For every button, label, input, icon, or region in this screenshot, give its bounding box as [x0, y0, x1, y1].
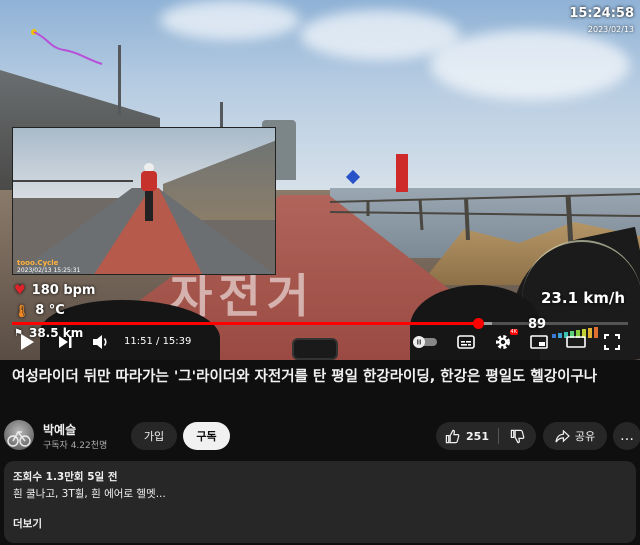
volume-button[interactable] — [90, 332, 112, 352]
cloud — [430, 30, 630, 100]
channel-name[interactable]: 박예슬 — [43, 421, 76, 438]
theater-mode-button[interactable] — [564, 332, 588, 352]
following-cyclist — [138, 163, 160, 223]
more-actions-button[interactable]: … — [613, 422, 640, 450]
dislike-button[interactable] — [499, 422, 536, 450]
street-lamp — [118, 45, 121, 115]
time-display: 11:51 / 15:39 — [124, 336, 192, 347]
cyclist-jersey — [141, 171, 157, 191]
share-label: 공유 — [574, 430, 596, 443]
player-controls: 11:51 / 15:39 4K — [0, 328, 640, 356]
autoplay-toggle-icon — [413, 336, 437, 348]
current-time: 11:51 — [124, 336, 153, 347]
channel-avatar[interactable] — [4, 420, 34, 450]
bicycle-icon — [7, 430, 31, 447]
description-box[interactable]: 조회수 1.3만회 5일 전 흰 쿨나고, 3T휠, 흰 에어로 헬멧... 더… — [4, 461, 636, 543]
heart-rate-readout: ♥ 180 bpm — [14, 283, 95, 298]
heart-icon: ♥ — [14, 283, 26, 298]
subtitles-icon — [457, 335, 475, 349]
temperature-value: 8 °C — [35, 303, 65, 318]
miniplayer-button[interactable] — [528, 332, 550, 352]
speed-readout: 23.1 km/h — [541, 289, 625, 307]
inset-camera-logo: tooo.Cycle — [17, 259, 59, 267]
video-player[interactable]: 자전거 15:24:58 2023/02/13 tooo.Cycle 2023/… — [0, 0, 640, 360]
temperature-readout: 🌡 8 °C — [14, 303, 65, 318]
thumbs-down-icon — [510, 429, 525, 443]
view-count-and-date: 조회수 1.3만회 5일 전 — [13, 471, 118, 483]
next-icon — [59, 336, 72, 348]
road-sign-red — [396, 154, 408, 192]
like-button[interactable]: 251 — [436, 422, 498, 450]
subtitles-button[interactable] — [455, 332, 477, 352]
settings-icon — [496, 335, 510, 349]
cyclist-legs — [145, 191, 153, 221]
heart-rate-value: 180 bpm — [31, 283, 96, 298]
overlay-clock: 15:24:58 — [569, 6, 634, 21]
route-map-overlay — [31, 29, 103, 65]
play-button[interactable] — [16, 332, 38, 352]
miniplayer-icon — [530, 335, 548, 349]
description-text: 흰 쿨나고, 3T휠, 흰 에어로 헬멧... — [13, 488, 166, 500]
more-icon: … — [620, 428, 634, 444]
channel-action-row: 박예슬 구독자 4.22천명 가입 구독 251 공유 … — [0, 418, 640, 454]
inset-timestamp: 2023/02/13 15:25:31 — [17, 267, 81, 274]
share-button[interactable]: 공유 — [543, 422, 607, 450]
progress-bar[interactable] — [12, 318, 628, 329]
share-icon — [555, 429, 570, 443]
next-button[interactable] — [54, 332, 76, 352]
youtube-watch-page: 자전거 15:24:58 2023/02/13 tooo.Cycle 2023/… — [0, 0, 640, 545]
cloud — [160, 0, 300, 40]
fullscreen-button[interactable] — [601, 332, 623, 352]
overlay-date: 2023/02/13 — [587, 25, 634, 34]
video-title: 여성라이더 뒤만 따라가는 '그'라이더와 자전거를 탄 평일 한강라이딩, 한… — [12, 369, 598, 385]
subscribe-button[interactable]: 구독 — [183, 422, 230, 450]
play-icon — [21, 334, 34, 350]
quality-badge: 4K — [509, 329, 518, 335]
progress-played — [12, 322, 479, 325]
volume-icon — [93, 335, 107, 349]
rear-camera-inset: tooo.Cycle 2023/02/13 15:25:31 — [12, 127, 276, 275]
settings-button[interactable]: 4K — [492, 329, 518, 352]
theater-icon — [566, 336, 586, 348]
duration: 15:39 — [162, 336, 192, 347]
fullscreen-icon — [604, 334, 620, 350]
thumbs-up-icon — [445, 429, 460, 443]
like-count: 251 — [466, 429, 489, 443]
join-button[interactable]: 가입 — [131, 422, 177, 450]
show-more-link[interactable]: 더보기 — [13, 516, 42, 531]
thermometer-icon: 🌡 — [14, 303, 30, 318]
inset-fence — [13, 180, 133, 220]
autoplay-toggle[interactable] — [412, 332, 438, 352]
like-dislike-group: 251 — [436, 422, 536, 450]
subscriber-count: 구독자 4.22천명 — [43, 441, 108, 451]
